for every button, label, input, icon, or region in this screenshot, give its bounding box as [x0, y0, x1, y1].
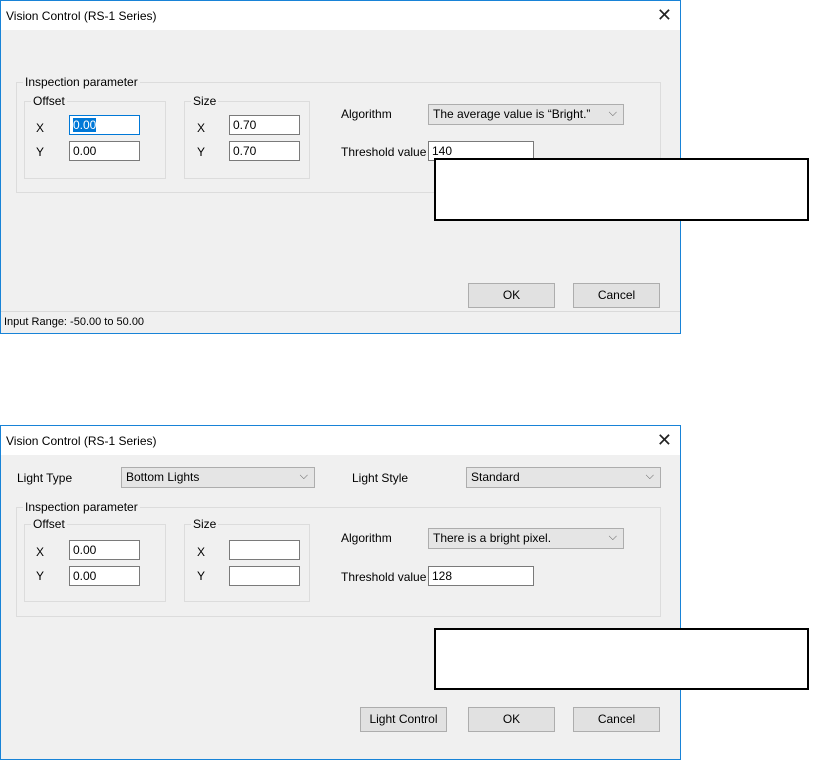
cancel-button[interactable]: Cancel: [573, 283, 660, 308]
cancel-button[interactable]: Cancel: [573, 707, 660, 732]
algorithm-value: There is a bright pixel.: [433, 531, 552, 545]
chevron-down-icon: ⌵: [608, 531, 617, 543]
group-label: Inspection parameter: [23, 500, 140, 514]
vision-control-dialog-2: Vision Control (RS-1 Series) ✕ Light Typ…: [0, 425, 681, 760]
size-x-label: X: [197, 545, 206, 559]
algorithm-label: Algorithm: [341, 107, 392, 121]
light-style-value: Standard: [471, 470, 520, 484]
light-style-select[interactable]: Standard ⌵: [466, 467, 661, 488]
offset-x-input[interactable]: 0.00: [69, 115, 140, 135]
size-x-label: X: [197, 121, 206, 135]
status-bar: Input Range: -50.00 to 50.00: [1, 311, 680, 333]
size-group: Size: [184, 94, 310, 179]
group-label: Size: [191, 517, 219, 531]
offset-y-input[interactable]: 0.00: [69, 566, 140, 586]
algorithm-value: The average value is “Bright.”: [433, 107, 591, 121]
light-type-label: Light Type: [17, 471, 73, 485]
light-control-button[interactable]: Light Control: [360, 707, 447, 732]
chevron-down-icon: ⌵: [299, 470, 308, 482]
size-x-input[interactable]: 0.70: [229, 115, 300, 135]
size-y-label: Y: [197, 145, 206, 159]
selected-text: 0.00: [73, 118, 97, 132]
window-title: Vision Control (RS-1 Series): [6, 434, 157, 448]
offset-y-label: Y: [36, 145, 45, 159]
title-bar: Vision Control (RS-1 Series) ✕: [1, 1, 680, 30]
size-y-input[interactable]: [229, 566, 300, 586]
group-label: Offset: [31, 94, 67, 108]
close-icon[interactable]: ✕: [657, 430, 672, 451]
size-y-input[interactable]: 0.70: [229, 141, 300, 161]
callout-box: [434, 628, 809, 690]
group-label: Size: [191, 94, 219, 108]
ok-button[interactable]: OK: [468, 283, 555, 308]
chevron-down-icon: ⌵: [608, 107, 617, 119]
chevron-down-icon: ⌵: [645, 470, 654, 482]
light-style-label: Light Style: [352, 471, 409, 485]
offset-x-input[interactable]: 0.00: [69, 540, 140, 560]
offset-y-label: Y: [36, 569, 45, 583]
threshold-input[interactable]: 128: [428, 566, 534, 586]
offset-group: Offset: [24, 94, 166, 179]
size-y-label: Y: [197, 569, 206, 583]
group-label: Offset: [31, 517, 67, 531]
light-type-value: Bottom Lights: [126, 470, 200, 484]
size-group: Size: [184, 517, 310, 602]
light-type-select[interactable]: Bottom Lights ⌵: [121, 467, 315, 488]
status-text: Input Range: -50.00 to 50.00: [4, 316, 145, 328]
close-icon[interactable]: ✕: [657, 5, 672, 26]
algorithm-select[interactable]: The average value is “Bright.” ⌵: [428, 104, 624, 125]
size-x-input[interactable]: [229, 540, 300, 560]
group-label: Inspection parameter: [23, 75, 140, 89]
ok-button[interactable]: OK: [468, 707, 555, 732]
offset-x-label: X: [36, 545, 45, 559]
algorithm-select[interactable]: There is a bright pixel. ⌵: [428, 528, 624, 549]
offset-group: Offset: [24, 517, 166, 602]
threshold-label: Threshold value: [341, 145, 427, 159]
offset-x-label: X: [36, 121, 45, 135]
threshold-label: Threshold value: [341, 570, 427, 584]
callout-box: [434, 158, 809, 221]
algorithm-label: Algorithm: [341, 531, 392, 545]
window-title: Vision Control (RS-1 Series): [6, 9, 157, 23]
offset-y-input[interactable]: 0.00: [69, 141, 140, 161]
title-bar: Vision Control (RS-1 Series) ✕: [1, 426, 680, 455]
